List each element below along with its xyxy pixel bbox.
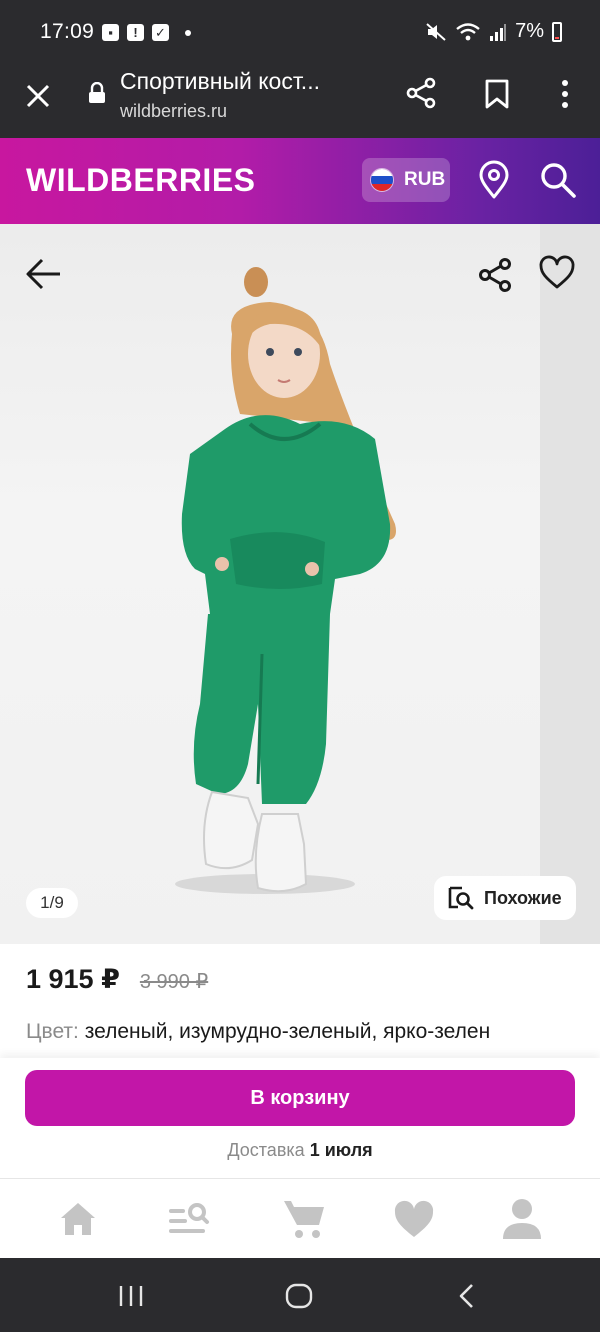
bottom-navigation [0, 1178, 600, 1258]
status-bar: 17:09 ▪ ! ✓ 7% [0, 0, 600, 68]
current-price: 1 915 ₽ [26, 964, 120, 994]
browser-toolbar: Спортивный кост... wildberries.ru [0, 68, 600, 138]
currency-selector[interactable]: RUB [362, 158, 450, 202]
bookmark-icon[interactable] [482, 78, 512, 110]
battery-icon [552, 21, 562, 42]
more-notifications-dot [185, 29, 191, 36]
similar-label: Похожие [484, 887, 562, 908]
price-row: 1 915 ₽ 3 990 ₽ [26, 964, 208, 995]
status-time: 17:09 [40, 20, 95, 43]
purchase-panel: В корзину Доставка 1 июля [0, 1058, 600, 1178]
color-row: Цвет: зеленый, изумрудно-зеленый, ярко-з… [26, 1020, 600, 1056]
delivery-date: 1 июля [309, 1140, 373, 1160]
battery-percent: 7% [515, 20, 544, 42]
delivery-label: Доставка [227, 1140, 305, 1160]
old-price: 3 990 ₽ [139, 971, 209, 993]
color-value: зеленый, изумрудно-зеленый, ярко-зелен [78, 1020, 491, 1043]
signal-icon [490, 23, 507, 41]
wifi-icon [456, 22, 480, 40]
favorites-icon[interactable] [392, 1197, 436, 1241]
notification-icons: ▪ ! ✓ [102, 24, 191, 41]
similar-search-icon [448, 886, 474, 910]
share-icon[interactable] [404, 76, 438, 110]
more-options-icon[interactable] [556, 78, 574, 110]
site-header: WILDBERRIES RUB [0, 138, 600, 224]
catalog-search-icon[interactable] [166, 1197, 210, 1241]
add-to-cart-button[interactable]: В корзину [25, 1070, 575, 1126]
home-icon[interactable] [56, 1197, 100, 1241]
share-product-icon[interactable] [476, 256, 514, 294]
russia-flag-icon [370, 168, 394, 192]
profile-icon[interactable] [500, 1197, 544, 1241]
mute-icon [426, 22, 446, 41]
system-navigation-bar [0, 1258, 600, 1332]
location-pin-icon[interactable] [476, 160, 512, 200]
system-icons: 7% [425, 20, 562, 43]
product-gallery[interactable]: 1/9 Похожие [0, 224, 600, 944]
page-url[interactable]: wildberries.ru [120, 101, 227, 122]
lock-icon [89, 82, 105, 103]
image-counter: 1/9 [26, 888, 78, 918]
favorite-heart-icon[interactable] [538, 254, 576, 292]
currency-label: RUB [404, 169, 446, 190]
similar-button[interactable]: Похожие [434, 876, 576, 920]
cart-icon[interactable] [282, 1197, 326, 1241]
system-back-icon[interactable] [456, 1282, 478, 1310]
color-label: Цвет: [26, 1020, 79, 1043]
product-photo [175, 267, 396, 894]
delivery-info: Доставка 1 июля [0, 1140, 600, 1161]
page: 17:09 ▪ ! ✓ 7% Спортивный кост... wildbe… [0, 0, 600, 1332]
home-button-icon[interactable] [285, 1283, 313, 1309]
wildberries-logo[interactable]: WILDBERRIES [26, 162, 256, 199]
recent-apps-icon[interactable] [118, 1284, 144, 1308]
check-notification-icon: ✓ [152, 24, 169, 41]
page-title[interactable]: Спортивный кост... [120, 68, 370, 95]
alert-notification-icon: ! [127, 24, 144, 41]
back-arrow-icon[interactable] [24, 254, 64, 294]
gallery-notification-icon: ▪ [102, 24, 119, 41]
search-icon[interactable] [538, 160, 578, 200]
close-icon[interactable] [22, 80, 54, 112]
